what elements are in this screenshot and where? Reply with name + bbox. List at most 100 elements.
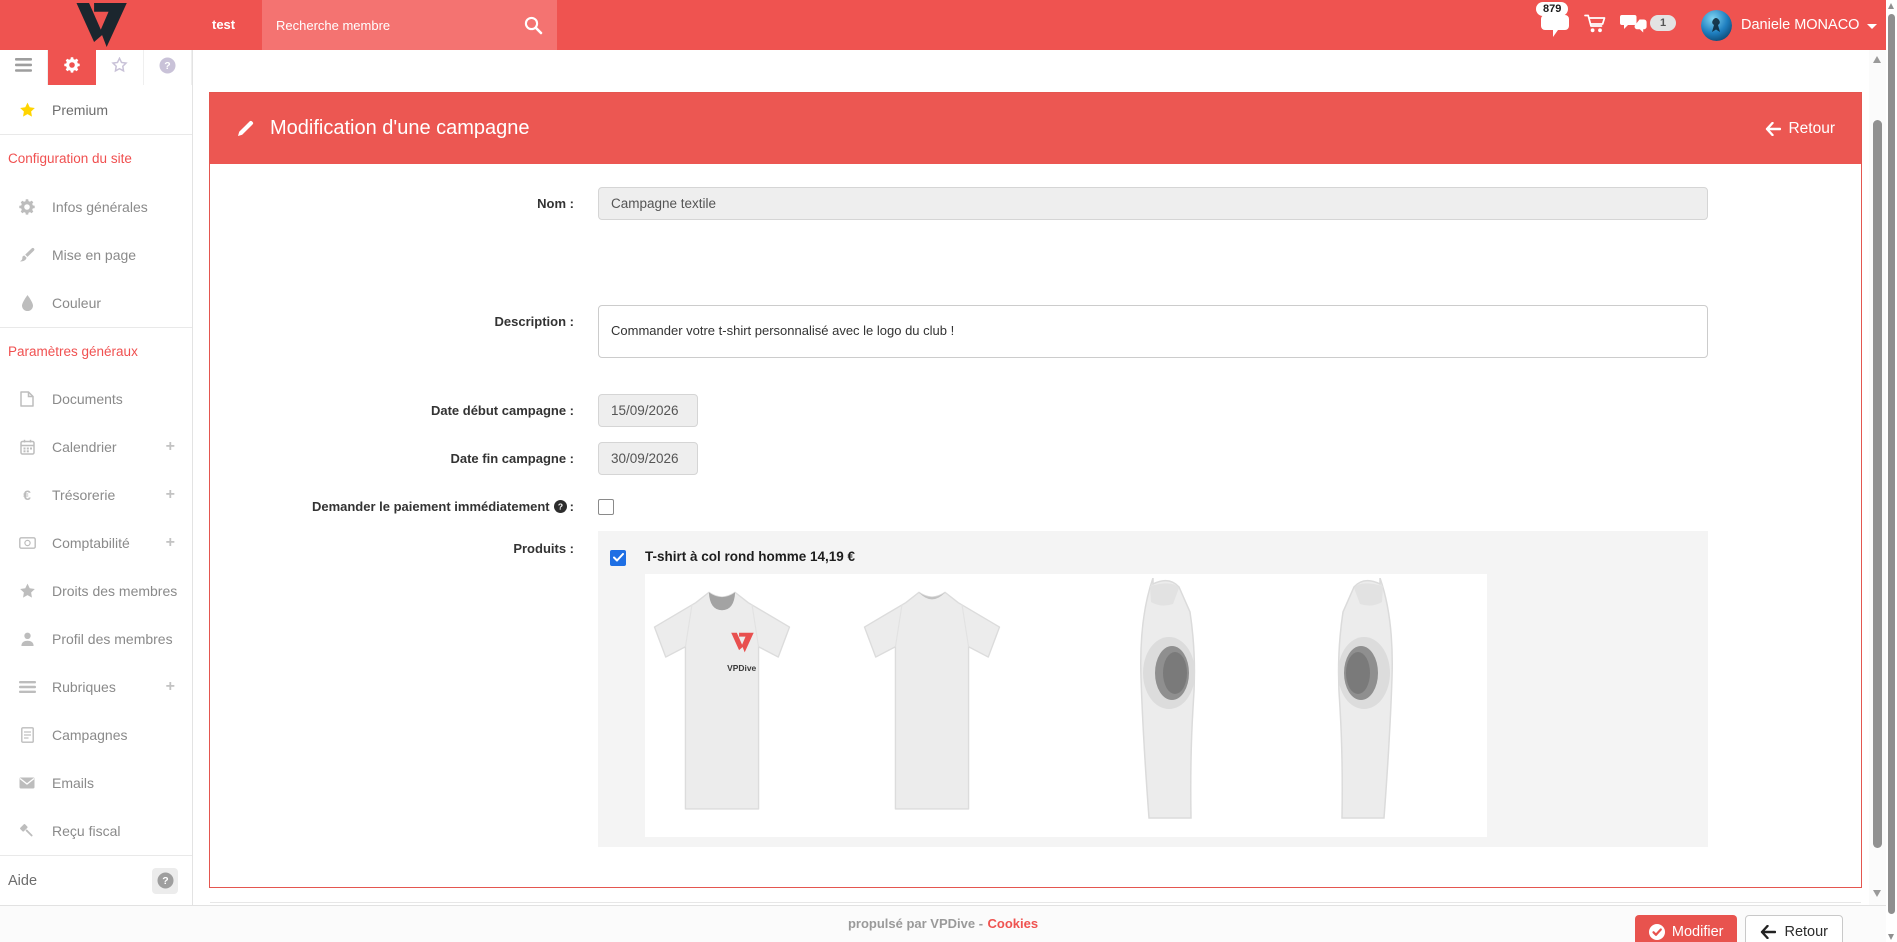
form-buttons: Modifier Retour [1635,915,1843,942]
list-icon [17,681,37,693]
description-textarea[interactable]: Commander votre t-shirt personnalisé ave… [598,305,1708,358]
product-images: VPDive [645,574,1487,837]
plus-icon[interactable]: + [166,438,175,456]
form-footer-divider [210,902,1861,903]
sidebar-item-3[interactable]: Mise en page [0,231,192,279]
avatar [1701,10,1732,41]
plus-icon[interactable]: + [166,486,175,504]
euro-icon: € [17,487,37,503]
scroll-up-arrow[interactable] [1888,3,1894,9]
search-icon[interactable] [523,15,543,35]
vpdive-logo-icon[interactable] [66,3,136,47]
tab-star-outline-icon[interactable] [96,50,144,85]
powered-by-text: propulsé par VPDive - [848,916,983,931]
panel-header: Modification d'une campagne Retour [210,93,1861,164]
immediate-payment-label: Demander le paiement immédiatement?: [210,495,584,521]
sidebar-tabs: ? [0,50,193,85]
window-scrollbar[interactable] [1886,0,1897,942]
sidebar-item-2[interactable]: Infos générales [0,183,192,231]
envelope-icon [17,777,37,789]
tab-gear-icon[interactable] [48,50,96,85]
calendar-icon [17,439,37,455]
menu-icon [15,58,32,77]
sidebar-item-12[interactable]: Rubriques+ [0,663,192,711]
product-image-tshirt-front: VPDive [647,578,797,833]
modify-button[interactable]: Modifier [1635,915,1738,942]
arrow-left-icon [1760,925,1776,939]
tab-help-icon[interactable]: ? [144,50,192,85]
campaign-form: Nom : Campagne textile Description : Com… [210,164,1861,887]
scroll-up-arrow[interactable] [1873,56,1881,63]
campaign-edit-panel: Modification d'une campagne Retour Nom :… [209,92,1862,888]
sidebar-item-14[interactable]: Emails [0,759,192,807]
notifications-button[interactable]: 879 [1532,1,1578,45]
date-start-input[interactable]: 15/09/2026 [598,394,698,427]
date-end-input[interactable]: 30/09/2026 [598,442,698,475]
product-name: T-shirt à col rond homme 14,19 € [645,549,855,564]
messages-badge: 1 [1650,15,1676,31]
sidebar-item-8[interactable]: €Trésorerie+ [0,471,192,519]
plus-icon[interactable]: + [166,678,175,696]
messages-button[interactable]: 1 [1620,14,1676,39]
content-scrollbar[interactable] [1869,50,1886,905]
name-label: Nom : [210,187,584,220]
svg-text:?: ? [162,875,168,887]
speech-bubble-icon [1541,15,1569,42]
back-button[interactable]: Retour [1745,915,1843,942]
cookies-link[interactable]: Cookies [987,916,1038,931]
immediate-payment-checkbox[interactable] [598,499,614,515]
cart-icon[interactable] [1584,14,1606,39]
svg-text:?: ? [164,60,170,72]
site-tab[interactable]: test [199,0,248,50]
file-icon [17,391,37,407]
product-checkbox[interactable] [610,550,626,566]
sidebar-item-13[interactable]: Campagnes [0,711,192,759]
back-link[interactable]: Retour [1765,120,1835,138]
search-input[interactable]: Recherche membre [276,18,523,33]
sidebar-help: Aide? [0,855,192,905]
scroll-down-arrow[interactable] [1888,934,1894,940]
help-button[interactable]: ? [152,868,178,894]
user-menu[interactable]: Daniele MONACO [1701,0,1877,50]
search-bar[interactable]: Recherche membre [262,0,557,50]
document-icon [17,727,37,743]
check-circle-icon [1649,924,1665,940]
sidebar-item-10[interactable]: Droits des membres [0,567,192,615]
sidebar-item-7[interactable]: Calendrier+ [0,423,192,471]
banknote-icon [17,537,37,549]
star-icon [17,102,37,118]
sidebar-item-11[interactable]: Profil des membres [0,615,192,663]
scrollbar-thumb[interactable] [1873,120,1882,848]
product-image-tshirt-side [1113,578,1208,833]
droplet-icon [17,295,37,311]
sidebar-item-0[interactable]: Premium [0,85,192,135]
question-circle-icon[interactable]: ? [554,497,567,521]
scrollbar-thumb[interactable] [1888,14,1895,914]
notifications-badge: 879 [1536,2,1568,16]
sidebar-section: Paramètres généraux [0,327,192,375]
tab-menu-icon[interactable] [0,50,48,85]
sidebar: PremiumConfiguration du siteInfos généra… [0,85,193,905]
sidebar-item-9[interactable]: Comptabilité+ [0,519,192,567]
sidebar-section: Configuration du site [0,135,192,183]
gear-icon [17,199,37,215]
description-label: Description : [210,305,584,358]
products-label: Produits : [210,531,584,847]
sidebar-item-4[interactable]: Couleur [0,279,192,327]
topbar: test Recherche membre 879 1 Daniele MONA… [0,0,1886,50]
sidebar-item-6[interactable]: Documents [0,375,192,423]
svg-text:?: ? [558,502,563,512]
star-outline-icon [111,57,128,78]
pencil-icon [236,119,255,138]
help-icon: ? [159,57,176,79]
plus-icon[interactable]: + [166,534,175,552]
name-input[interactable]: Campagne textile [598,187,1708,220]
brush-icon [17,247,37,263]
scroll-down-arrow[interactable] [1873,890,1881,897]
chat-bubbles-icon [1620,14,1647,39]
sidebar-item-15[interactable]: Reçu fiscal [0,807,192,855]
page-title: Modification d'une campagne [270,117,530,140]
date-start-label: Date début campagne : [210,394,584,427]
footer: propulsé par VPDive - Cookies [0,905,1886,942]
svg-text:VPDive: VPDive [727,663,756,673]
